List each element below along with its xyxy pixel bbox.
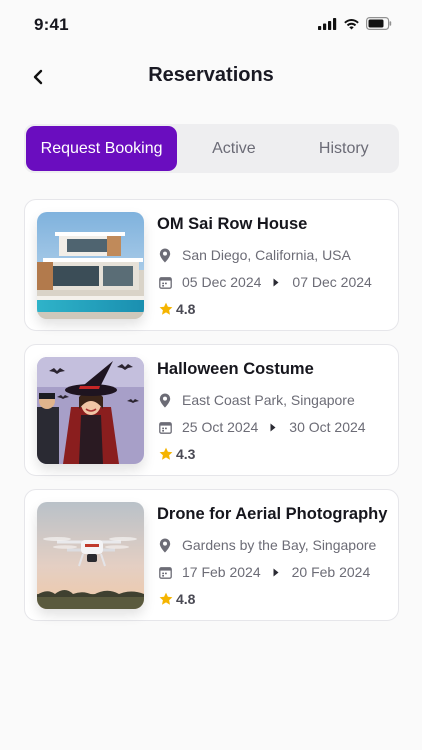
location-row: Gardens by the Bay, Singapore — [159, 537, 376, 553]
end-date: 07 Dec 2024 — [292, 274, 372, 290]
house-thumbnail — [37, 212, 144, 319]
status-icons — [318, 17, 392, 30]
tab-request-booking[interactable]: Request Booking — [26, 126, 178, 171]
calendar-icon — [159, 566, 172, 579]
tab-active[interactable]: Active — [177, 126, 290, 171]
location-pin-icon — [159, 538, 171, 552]
calendar-icon — [159, 421, 172, 434]
location-row: East Coast Park, Singapore — [159, 392, 355, 408]
card-title: Halloween Costume — [157, 360, 314, 378]
location-pin-icon — [159, 248, 171, 262]
rating-row: 4.8 — [159, 591, 195, 607]
location-text: Gardens by the Bay, Singapore — [182, 537, 377, 553]
location-row: San Diego, California, USA — [159, 247, 351, 263]
wifi-icon — [344, 18, 359, 29]
arrow-right-icon — [270, 423, 276, 431]
end-date: 30 Oct 2024 — [289, 419, 366, 435]
star-icon — [159, 447, 173, 460]
drone-thumbnail — [37, 502, 144, 609]
arrow-right-icon — [273, 568, 279, 576]
page-title: Reservations — [148, 64, 274, 86]
rating-value: 4.8 — [176, 301, 196, 317]
location-pin-icon — [159, 393, 171, 407]
location-text: San Diego, California, USA — [182, 247, 351, 263]
calendar-icon — [159, 276, 172, 289]
battery-icon — [366, 17, 392, 30]
rating-row: 4.8 — [159, 301, 195, 317]
status-time: 9:41 — [34, 15, 69, 34]
dates-row: 17 Feb 2024 20 Feb 2024 — [159, 564, 370, 580]
header: Reservations — [0, 55, 422, 99]
costume-thumbnail — [37, 357, 144, 464]
status-bar: 9:41 — [0, 0, 422, 50]
rating-row: 4.3 — [159, 446, 195, 462]
arrow-right-icon — [273, 278, 279, 286]
end-date: 20 Feb 2024 — [291, 564, 371, 580]
rating-value: 4.8 — [176, 591, 196, 607]
location-text: East Coast Park, Singapore — [182, 392, 355, 408]
card-title: Drone for Aerial Photography — [157, 505, 388, 523]
reservation-tabs: Request Booking Active History — [24, 124, 399, 173]
dates-row: 05 Dec 2024 07 Dec 2024 — [159, 274, 372, 290]
start-date: 17 Feb 2024 — [182, 564, 261, 580]
dates-row: 25 Oct 2024 30 Oct 2024 — [159, 419, 366, 435]
reservation-card[interactable]: Drone for Aerial Photography Gardens by … — [24, 489, 399, 621]
cellular-signal-icon — [318, 17, 337, 30]
rating-value: 4.3 — [176, 446, 196, 462]
tab-history[interactable]: History — [291, 126, 397, 171]
start-date: 25 Oct 2024 — [182, 419, 259, 435]
reservation-card[interactable]: Halloween Costume East Coast Park, Singa… — [24, 344, 399, 476]
start-date: 05 Dec 2024 — [182, 274, 262, 290]
card-title: OM Sai Row House — [157, 215, 308, 233]
star-icon — [159, 592, 173, 605]
star-icon — [159, 302, 173, 315]
reservation-card[interactable]: OM Sai Row House San Diego, California, … — [24, 199, 399, 331]
